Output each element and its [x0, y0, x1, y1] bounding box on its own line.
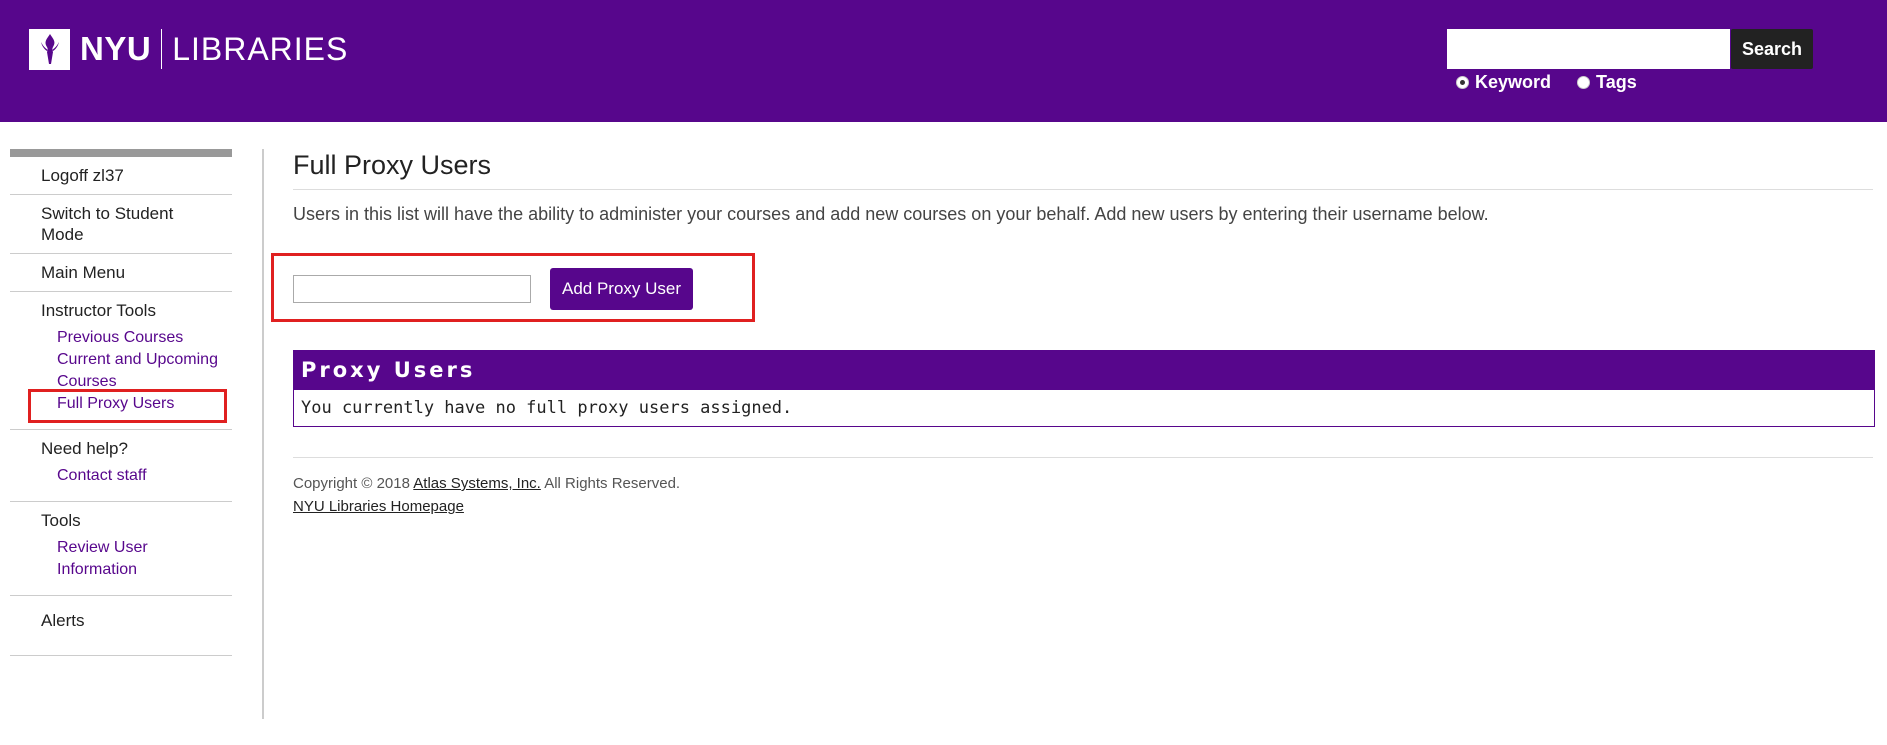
sidebar-section-logoff: Logoff zl37: [10, 157, 232, 195]
torch-icon: [29, 28, 70, 70]
keyword-radio-dot[interactable]: [1456, 76, 1469, 89]
page-title: Full Proxy Users: [293, 150, 1873, 190]
need-help-heading: Need help?: [41, 439, 128, 458]
main-content: Full Proxy Users Users in this list will…: [293, 150, 1875, 515]
tags-radio-label: Tags: [1596, 72, 1637, 92]
nyu-libraries-homepage-link[interactable]: NYU Libraries Homepage: [293, 498, 464, 515]
copyright-text: Copyright © 2018: [293, 475, 410, 492]
logo-libraries-text: LIBRARIES: [172, 30, 349, 67]
nyu-libraries-logo[interactable]: NYU LIBRARIES: [29, 28, 348, 70]
proxy-users-message: You currently have no full proxy users a…: [301, 398, 793, 418]
sidebar-top-bar: [10, 149, 232, 157]
logo-nyu-text: NYU: [80, 30, 152, 67]
keyword-radio[interactable]: Keyword: [1456, 72, 1551, 93]
rights-text: All Rights Reserved.: [544, 475, 681, 492]
sidebar-item-review-user-information[interactable]: Review User Information: [57, 537, 177, 581]
footer: Copyright © 2018 Atlas Systems, Inc. All…: [293, 457, 1873, 518]
logo-divider: [161, 29, 163, 69]
copyright-line: Copyright © 2018 Atlas Systems, Inc. All…: [293, 472, 1873, 495]
proxy-users-panel: Proxy Users You currently have no full p…: [293, 350, 1875, 427]
annotation-box-add-proxy: [271, 253, 755, 322]
search-input[interactable]: [1447, 29, 1730, 69]
sidebar-item-previous-courses[interactable]: Previous Courses: [57, 327, 232, 349]
site-header: NYU LIBRARIES Search Keyword Tags: [0, 0, 1887, 122]
main-menu-link[interactable]: Main Menu: [41, 262, 232, 283]
intro-text: Users in this list will have the ability…: [293, 204, 1489, 224]
keyword-radio-label: Keyword: [1475, 72, 1552, 92]
alerts-link[interactable]: Alerts: [41, 610, 232, 631]
sidebar-section-tools: Tools Review User Information: [10, 502, 232, 596]
switch-student-mode-link[interactable]: Switch to Student Mode: [41, 203, 211, 245]
search-options: Keyword Tags: [1456, 72, 1663, 93]
sidebar-item-contact-staff[interactable]: Contact staff: [57, 465, 232, 487]
sidebar-section-main-menu: Main Menu: [10, 254, 232, 292]
sidebar-section-switch: Switch to Student Mode: [10, 195, 232, 254]
sidebar-divider: [262, 149, 264, 719]
search-button[interactable]: Search: [1731, 29, 1813, 69]
sidebar-section-alerts: Alerts: [10, 596, 232, 656]
tags-radio-dot[interactable]: [1577, 76, 1591, 89]
logoff-link[interactable]: Logoff zl37: [41, 165, 232, 186]
atlas-systems-link[interactable]: Atlas Systems, Inc.: [413, 475, 541, 492]
tags-radio[interactable]: Tags: [1577, 72, 1637, 93]
sidebar-item-current-upcoming-courses[interactable]: Current and Upcoming Courses: [57, 349, 227, 393]
annotation-box-full-proxy-users: [28, 389, 227, 423]
instructor-tools-heading: Instructor Tools: [41, 301, 156, 320]
homepage-line: NYU Libraries Homepage: [293, 495, 1873, 518]
sidebar-section-help: Need help? Contact staff: [10, 430, 232, 502]
proxy-users-header: Proxy Users: [294, 351, 1874, 390]
tools-heading: Tools: [41, 511, 81, 530]
